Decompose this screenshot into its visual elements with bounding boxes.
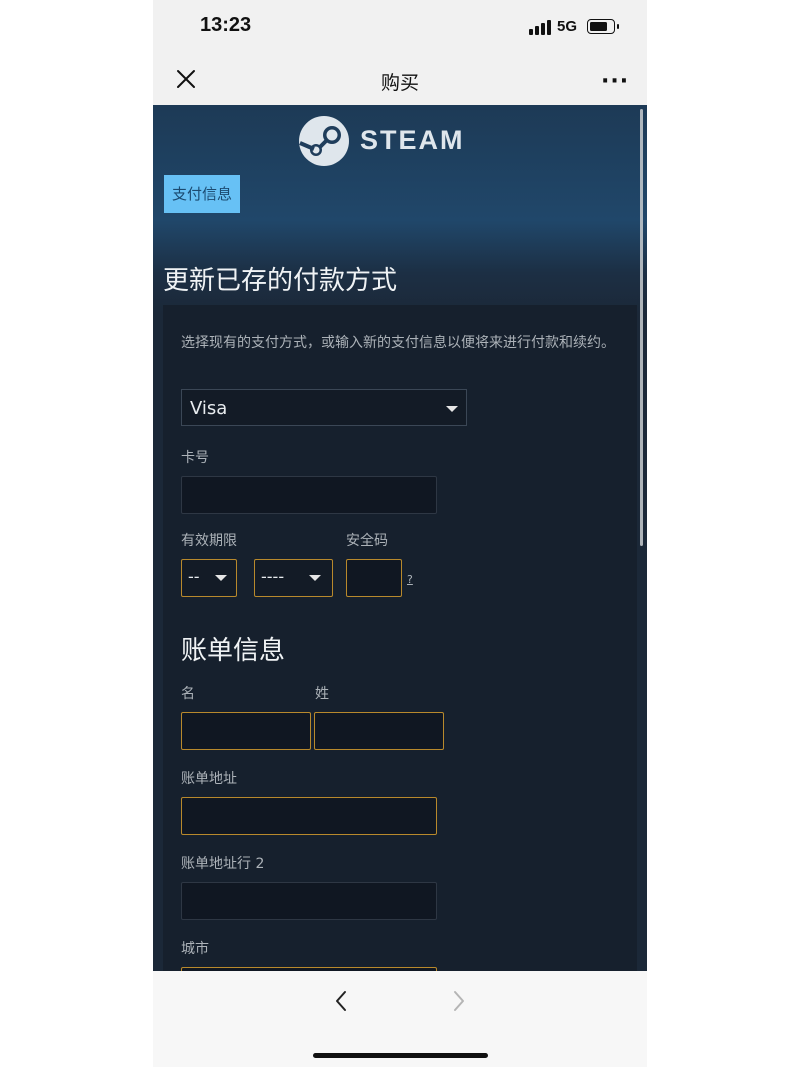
status-time: 13:23 [200,14,252,36]
nav-title: 购买 [380,72,419,94]
chevron-down-icon [309,575,321,581]
cvv-input[interactable] [346,559,402,597]
card-number-input[interactable] [181,476,437,514]
payment-method-select[interactable]: Visa [181,389,467,426]
checkout-page: STEAM 支付信息 更新已存的付款方式 选择现有的支付方式，或输入新的支付信息… [153,105,647,971]
expiry-month-value: -- [188,567,200,586]
status-bar: 13:23 5G [153,0,647,56]
browser-bottom-bar [153,971,647,1067]
steam-header: STEAM 支付信息 更新已存的付款方式 [153,105,647,315]
card-number-label: 卡号 [181,450,209,466]
city-label: 城市 [181,941,209,957]
cvv-help-link[interactable]: ? [407,573,413,586]
expiry-month-select[interactable]: -- [181,559,237,597]
page-title: 更新已存的付款方式 [163,266,398,296]
more-options-button[interactable]: ··· [601,69,629,94]
expiry-year-select[interactable]: ---- [254,559,333,597]
intro-text: 选择现有的支付方式，或输入新的支付信息以便将来进行付款和续约。 [181,335,615,351]
payment-form-panel: 选择现有的支付方式，或输入新的支付信息以便将来进行付款和续约。 Visa 卡号 … [163,305,637,971]
first-name-label: 名 [181,686,195,702]
signal-icon [529,20,551,35]
chevron-down-icon [446,406,458,412]
back-arrow-icon[interactable] [330,989,354,1013]
billing-address2-label: 账单地址行 2 [181,856,265,872]
cvv-label: 安全码 [346,533,388,549]
scrollbar[interactable] [640,109,643,546]
battery-icon [587,19,619,34]
expiry-label: 有效期限 [181,533,237,549]
billing-address-label: 账单地址 [181,771,237,787]
nav-bar: 购买 ··· [153,56,647,105]
home-indicator[interactable] [313,1053,488,1058]
last-name-input[interactable] [314,712,444,750]
billing-address2-input[interactable] [181,882,437,920]
network-type: 5G [557,18,578,35]
payment-method-value: Visa [190,398,228,419]
phone-screen: 13:23 5G 购买 ··· STEAM 支付信息 更新已存的付款方式 选择现… [153,0,647,1067]
chevron-down-icon [215,575,227,581]
billing-section-title: 账单信息 [181,636,286,666]
last-name-label: 姓 [315,686,329,702]
tab-payment-info[interactable]: 支付信息 [164,175,240,213]
forward-arrow-icon[interactable] [446,989,470,1013]
steam-logo-icon [299,116,349,166]
billing-address-input[interactable] [181,797,437,835]
steam-wordmark: STEAM [360,125,465,155]
steam-logo[interactable]: STEAM [298,113,468,169]
first-name-input[interactable] [181,712,311,750]
expiry-year-value: ---- [261,567,285,586]
